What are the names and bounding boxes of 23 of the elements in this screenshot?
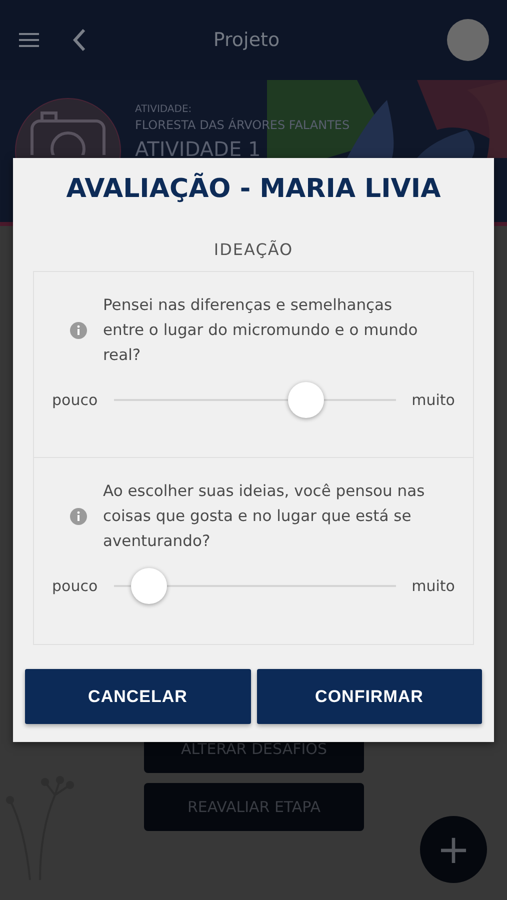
- info-icon[interactable]: [70, 322, 87, 338]
- max-label: muito: [412, 577, 455, 595]
- activity-title: ATIVIDADE 1: [135, 137, 262, 161]
- max-label: muito: [412, 391, 455, 409]
- activity-label: ATIVIDADE:: [135, 104, 193, 115]
- activity-name: FLORESTA DAS ÁRVORES FALANTES: [135, 118, 350, 132]
- menu-icon[interactable]: [18, 32, 40, 48]
- question-text: Pensei nas diferenças e semelhanças entre o lugar do micromundo e o mundo real?: [103, 294, 419, 366]
- camera-icon: [30, 111, 106, 155]
- min-label: pouco: [52, 391, 98, 409]
- dialog-title: AVALIAÇÃO - MARIA LIVIA: [65, 174, 442, 204]
- slider-thumb[interactable]: [130, 568, 167, 604]
- add-button[interactable]: +: [420, 816, 487, 883]
- slider-thumb[interactable]: [288, 382, 324, 418]
- dialog-button[interactable]: CANCELAR: [25, 669, 250, 724]
- page-title: Projeto: [212, 29, 281, 51]
- min-label: pouco: [52, 577, 98, 595]
- avatar[interactable]: [447, 19, 489, 61]
- dialog-button[interactable]: CONFIRMAR: [256, 669, 482, 724]
- section-title: IDEAÇÃO: [212, 240, 294, 259]
- question-text: Ao escolher suas ideias, você pensou nas coisas que gosta e no lugar que está se aventurando?: [103, 480, 426, 552]
- back-icon[interactable]: [72, 28, 86, 52]
- info-icon[interactable]: [70, 508, 87, 524]
